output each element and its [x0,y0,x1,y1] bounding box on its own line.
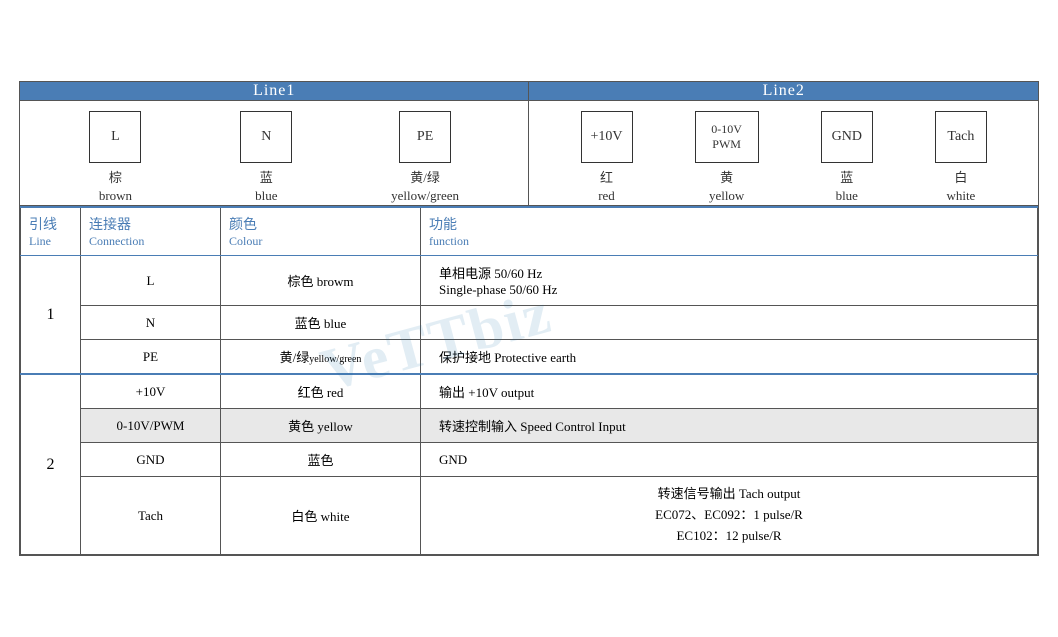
line1-diagram: L 棕brown N 蓝blue PE 黄/绿yellow/green [20,101,529,206]
func-GND2: GND [421,443,1038,477]
connector-PE: PE 黄/绿yellow/green [391,111,459,205]
col-func-en: function [429,234,1029,249]
connector-box-PE: PE [399,111,451,163]
col-color-en: Colour [229,234,412,249]
connector-box-PWM: 0-10VPWM [695,111,759,163]
header-line2: Line2 [529,82,1039,101]
conn-GND2: GND [81,443,221,477]
table-row: 0-10V/PWM 黄色 yellow 转速控制输入 Speed Control… [21,409,1038,443]
connector-10V: +10V 红red [581,111,633,205]
color-10V: 红色 red [221,374,421,409]
col-conn-cn: 连接器 [89,214,212,234]
connector-GND: GND 蓝blue [821,111,873,205]
connector-box-10V: +10V [581,111,633,163]
color-L: 棕色 browm [221,256,421,306]
col-color-cn: 颜色 [229,214,412,234]
col-conn-en: Connection [89,234,212,249]
table-row: 2 +10V 红色 red 输出 +10V output [21,374,1038,409]
color-Tach: 白色 white [221,477,421,554]
connector-label-Tach: 白white [946,169,975,205]
main-table: Line1 Line2 L 棕brown N 蓝blue PE 黄/绿y [19,81,1039,556]
line2-diagram: +10V 红red 0-10VPWM 黄yellow GND 蓝blue Tac… [529,101,1039,206]
line1-connectors: L 棕brown N 蓝blue PE 黄/绿yellow/green [20,101,528,205]
table-row: GND 蓝色 GND [21,443,1038,477]
func-PWM: 转速控制输入 Speed Control Input [421,409,1038,443]
connector-box-Tach: Tach [935,111,987,163]
connector-Tach: Tach 白white [935,111,987,205]
connector-box-GND: GND [821,111,873,163]
data-table: 引线 Line 连接器 Connection 颜色 Colour 功能 [20,206,1038,554]
table-row: PE 黄/绿yellow/green 保护接地 Protective earth [21,340,1038,375]
connector-L: L 棕brown [89,111,141,205]
connector-label-N: 蓝blue [255,169,277,205]
color-PE: 黄/绿yellow/green [221,340,421,375]
color-N: 蓝色 blue [221,306,421,340]
line-number-1: 1 [21,256,81,375]
func-10V: 输出 +10V output [421,374,1038,409]
col-line-cn: 引线 [29,214,72,234]
connector-N: N 蓝blue [240,111,292,205]
func-Tach: 转速信号输出 Tach output EC072、EC092：1 pulse/R… [421,477,1038,554]
connector-label-L: 棕brown [99,169,132,205]
conn-PE: PE [81,340,221,375]
connector-label-10V: 红red [598,169,615,205]
connector-box-N: N [240,111,292,163]
connector-label-PWM: 黄yellow [709,169,744,205]
func-N [421,306,1038,340]
line2-connectors: +10V 红red 0-10VPWM 黄yellow GND 蓝blue Tac… [529,101,1038,205]
table-row: Tach 白色 white 转速信号输出 Tach output EC072、E… [21,477,1038,554]
line-number-2: 2 [21,374,81,554]
table-row: 1 L 棕色 browm 单相电源 50/60 HzSingle-phase 5… [21,256,1038,306]
header-line1: Line1 [20,82,529,101]
connector-label-GND: 蓝blue [836,169,858,205]
color-PWM: 黄色 yellow [221,409,421,443]
conn-Tach: Tach [81,477,221,554]
col-func-cn: 功能 [429,214,1029,234]
color-GND2: 蓝色 [221,443,421,477]
connector-PWM: 0-10VPWM 黄yellow [695,111,759,205]
connector-label-PE: 黄/绿yellow/green [391,169,459,205]
func-PE: 保护接地 Protective earth [421,340,1038,375]
conn-L: L [81,256,221,306]
conn-10V: +10V [81,374,221,409]
table-row: N 蓝色 blue [21,306,1038,340]
func-L: 单相电源 50/60 HzSingle-phase 50/60 Hz [421,256,1038,306]
col-header-row: 引线 Line 连接器 Connection 颜色 Colour 功能 [21,207,1038,256]
col-line-en: Line [29,234,72,249]
conn-PWM: 0-10V/PWM [81,409,221,443]
conn-N: N [81,306,221,340]
connector-box-L: L [89,111,141,163]
